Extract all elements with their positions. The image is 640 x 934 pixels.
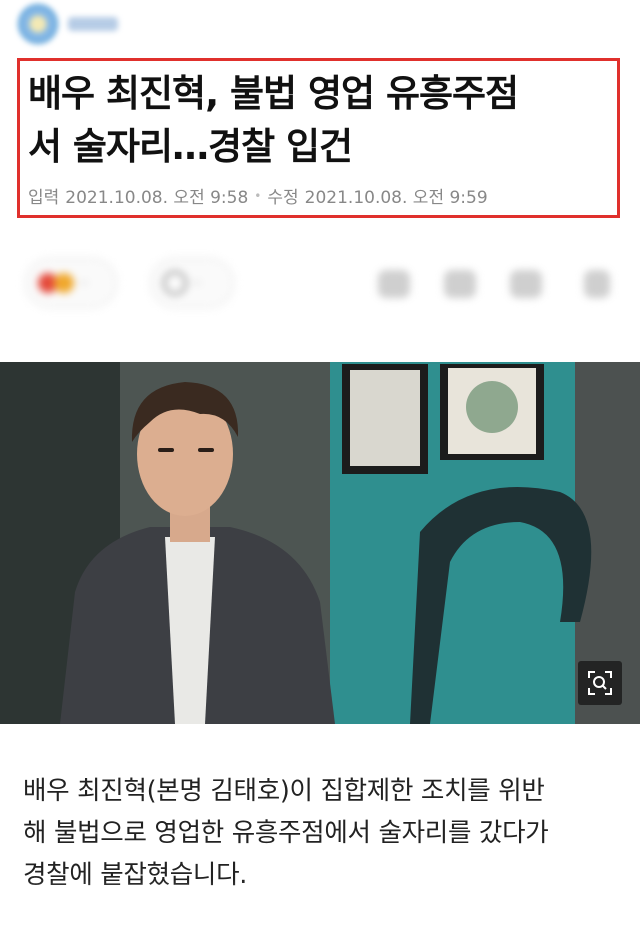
article-title-line1: 배우 최진혁, 불법 영업 유흥주점 [28, 72, 519, 115]
article-title: 배우 최진혁, 불법 영업 유흥주점 서 술자리…경찰 입건 [28, 67, 607, 173]
article-photo[interactable] [0, 362, 640, 724]
share-icon[interactable] [444, 270, 476, 298]
article-photo-illustration [0, 362, 640, 724]
body-line2: 해 불법으로 영업한 유흥주점에서 술자리를 갔다가 [23, 818, 549, 848]
edit-label: 수정 [267, 188, 299, 208]
image-zoom-button[interactable] [578, 661, 622, 705]
headline-highlight-box: 배우 최진혁, 불법 영업 유흥주점 서 술자리…경찰 입건 입력 2021.1… [17, 58, 620, 218]
body-line1: 배우 최진혁(본명 김태호)이 집합제한 조치를 위반 [23, 776, 545, 806]
site-logo-icon [18, 4, 58, 44]
more-icon[interactable] [584, 270, 610, 298]
comment-count: ·· [193, 276, 201, 290]
edit-datetime: 2021.10.08. 오전 9:59 [304, 188, 488, 208]
input-datetime: 2021.10.08. 오전 9:58 [65, 188, 249, 208]
bottom-fade [0, 880, 640, 934]
comment-button[interactable]: ·· [150, 258, 234, 308]
zoom-icon [588, 671, 612, 695]
reaction-count: ·· [80, 276, 88, 290]
font-size-icon[interactable] [378, 270, 410, 298]
article-meta: 입력 2021.10.08. 오전 9:58 • 수정 2021.10.08. … [28, 183, 607, 208]
article-title-line2: 서 술자리…경찰 입건 [28, 125, 353, 168]
comment-icon [163, 271, 187, 295]
meta-separator: • [254, 188, 262, 203]
site-logo-wordmark [68, 17, 118, 31]
article-body: 배우 최진혁(본명 김태호)이 집합제한 조치를 위반 해 불법으로 영업한 유… [23, 770, 623, 896]
input-label: 입력 [28, 188, 60, 208]
site-logo[interactable] [18, 2, 138, 46]
reaction-icon-secondary [54, 273, 74, 293]
reaction-button[interactable]: ·· [25, 258, 117, 308]
bookmark-icon[interactable] [510, 270, 542, 298]
article-action-bar: ·· ·· [0, 250, 640, 320]
